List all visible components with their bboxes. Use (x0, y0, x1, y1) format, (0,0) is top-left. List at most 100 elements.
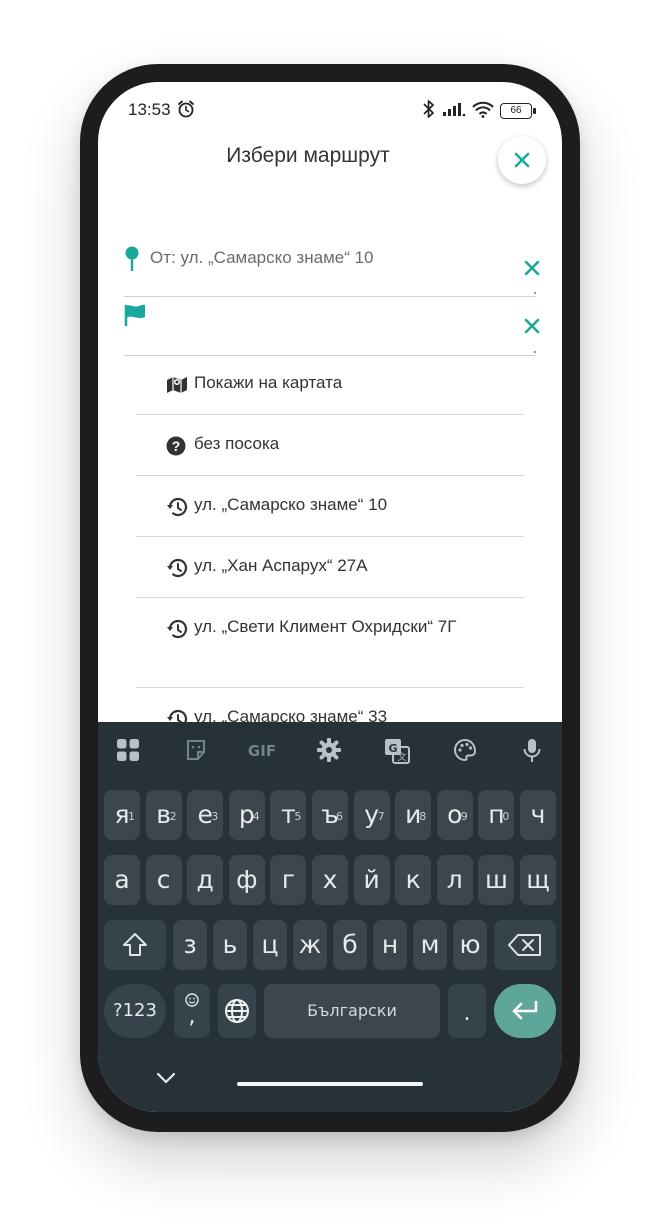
key[interactable]: ь (213, 920, 247, 970)
history-icon (166, 497, 188, 522)
close-icon (524, 318, 540, 334)
key[interactable]: л (436, 855, 473, 905)
close-button[interactable] (498, 136, 546, 184)
battery-indicator: 66 (500, 103, 536, 119)
from-field[interactable]: От: ул. „Самарско знаме“ 10 (124, 238, 540, 297)
key[interactable]: о9 (436, 790, 473, 840)
key[interactable]: ж (293, 920, 327, 970)
key[interactable]: е3 (187, 790, 224, 840)
key-hint: 2 (169, 810, 177, 823)
key[interactable]: д (187, 855, 224, 905)
key[interactable]: с (145, 855, 182, 905)
apps-grid-icon[interactable] (116, 738, 140, 766)
key[interactable]: п0 (478, 790, 515, 840)
shift-icon (123, 933, 147, 956)
key-hint: 4 (252, 810, 260, 823)
clear-from-button[interactable] (524, 260, 540, 280)
svg-text:?: ? (172, 438, 181, 454)
key-hint: 8 (419, 810, 427, 823)
on-screen-keyboard: GIF G文 я1в2е3р4т5ъ6у7и8о9п0 ч асдфгхйклшщ… (98, 722, 562, 1112)
palette-icon[interactable] (453, 738, 477, 766)
key[interactable]: ъ6 (312, 790, 348, 840)
key-hint: 3 (211, 810, 219, 823)
globe-icon (225, 999, 249, 1023)
list-item-label: ул. „Хан Аспарух“ 27А (194, 556, 368, 575)
location-pin-icon (124, 246, 140, 276)
key[interactable]: х (312, 855, 348, 905)
key-hint: 6 (336, 810, 343, 823)
key-hint: 7 (377, 810, 385, 823)
key[interactable]: т5 (270, 790, 307, 840)
key[interactable]: ю (453, 920, 487, 970)
list-item-history[interactable]: ул. „Свети Климент Охридски“ 7Г (136, 598, 524, 688)
status-bar: 13:53 66 (98, 82, 562, 138)
question-icon: ? (166, 436, 186, 461)
key[interactable]: ч (520, 790, 556, 840)
divider-dot (534, 292, 536, 294)
language-key[interactable] (218, 984, 256, 1038)
key-label: ч (530, 800, 546, 829)
app-screen: 13:53 66 Избери маршрут От: ул. „Самарск… (98, 82, 562, 1112)
to-field[interactable] (124, 297, 540, 356)
list-item-show-on-map[interactable]: Покажи на картата (136, 354, 524, 415)
key-hint: 0 (502, 810, 510, 823)
list-item-no-direction[interactable]: ? без посока (136, 415, 524, 476)
key[interactable]: г (270, 855, 307, 905)
page-title: Избери маршрут (226, 144, 390, 167)
key[interactable]: м (413, 920, 447, 970)
key[interactable]: н (373, 920, 407, 970)
key[interactable]: р4 (228, 790, 265, 840)
svg-text:G: G (388, 742, 397, 755)
svg-text:文: 文 (397, 751, 406, 763)
sticker-icon[interactable] (184, 738, 208, 766)
keyboard-toolbar: GIF G文 (98, 722, 562, 778)
signal-icon (442, 101, 466, 121)
key[interactable]: ш (478, 855, 515, 905)
key[interactable]: а (104, 855, 140, 905)
enter-key[interactable] (494, 984, 556, 1038)
microphone-icon[interactable] (522, 738, 542, 768)
key[interactable]: ф (228, 855, 265, 905)
history-icon (166, 619, 188, 644)
clear-to-button[interactable] (524, 318, 540, 338)
key[interactable]: й (353, 855, 390, 905)
key[interactable]: ц (253, 920, 287, 970)
key[interactable]: щ (520, 855, 556, 905)
backspace-icon (508, 934, 541, 956)
bluetooth-icon (422, 99, 436, 123)
list-item-label: Покажи на картата (194, 373, 343, 392)
alarm-icon (176, 99, 196, 123)
wifi-icon (472, 101, 494, 122)
close-icon (514, 152, 530, 168)
shift-key[interactable] (104, 920, 166, 970)
comma-label: , (188, 1004, 196, 1029)
history-icon (166, 558, 188, 583)
translate-icon[interactable]: G文 (384, 738, 410, 768)
key[interactable]: я1 (104, 790, 140, 840)
home-indicator[interactable] (237, 1082, 423, 1086)
space-key[interactable]: Български (264, 984, 440, 1038)
suggestion-list: Покажи на картата ? без посока ул. „Сама… (136, 354, 524, 749)
key[interactable]: и8 (395, 790, 432, 840)
hide-keyboard-icon[interactable] (155, 1070, 177, 1089)
period-key[interactable]: . (448, 984, 486, 1038)
key[interactable]: з (173, 920, 207, 970)
backspace-key[interactable] (494, 920, 556, 970)
map-icon (166, 375, 188, 400)
list-item-history[interactable]: ул. „Самарско знаме“ 10 (136, 476, 524, 537)
list-item-label: ул. „Свети Климент Охридски“ 7Г (194, 617, 457, 636)
symbols-key[interactable]: ?123 (104, 984, 166, 1038)
key[interactable]: б (333, 920, 367, 970)
gear-icon[interactable] (316, 737, 342, 766)
key-hint: 9 (460, 810, 468, 823)
key[interactable]: у7 (353, 790, 390, 840)
key-hint: 1 (128, 810, 135, 823)
gif-icon[interactable]: GIF (246, 740, 278, 764)
key-hint: 5 (294, 810, 302, 823)
list-item-history[interactable]: ул. „Хан Аспарух“ 27А (136, 537, 524, 598)
emoji-comma-key[interactable]: , (174, 984, 210, 1038)
key[interactable]: в2 (145, 790, 182, 840)
list-item-label: без посока (194, 434, 280, 453)
key[interactable]: к (395, 855, 432, 905)
enter-icon (512, 1000, 538, 1020)
